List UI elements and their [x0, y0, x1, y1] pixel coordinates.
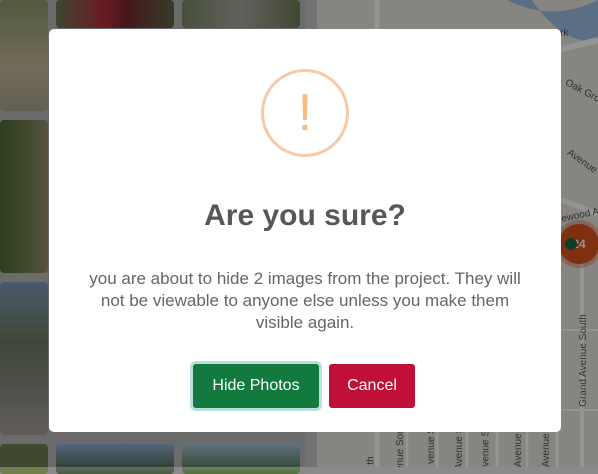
confirm-dialog: ! Are you sure? you are about to hide 2 …: [49, 29, 561, 432]
cancel-button[interactable]: Cancel: [329, 364, 415, 408]
hide-photos-button[interactable]: Hide Photos: [193, 364, 319, 408]
dialog-title: Are you sure?: [204, 199, 406, 232]
dialog-message: you are about to hide 2 images from the …: [89, 269, 521, 332]
exclamation-icon: !: [297, 84, 313, 142]
warning-icon: !: [261, 69, 349, 157]
